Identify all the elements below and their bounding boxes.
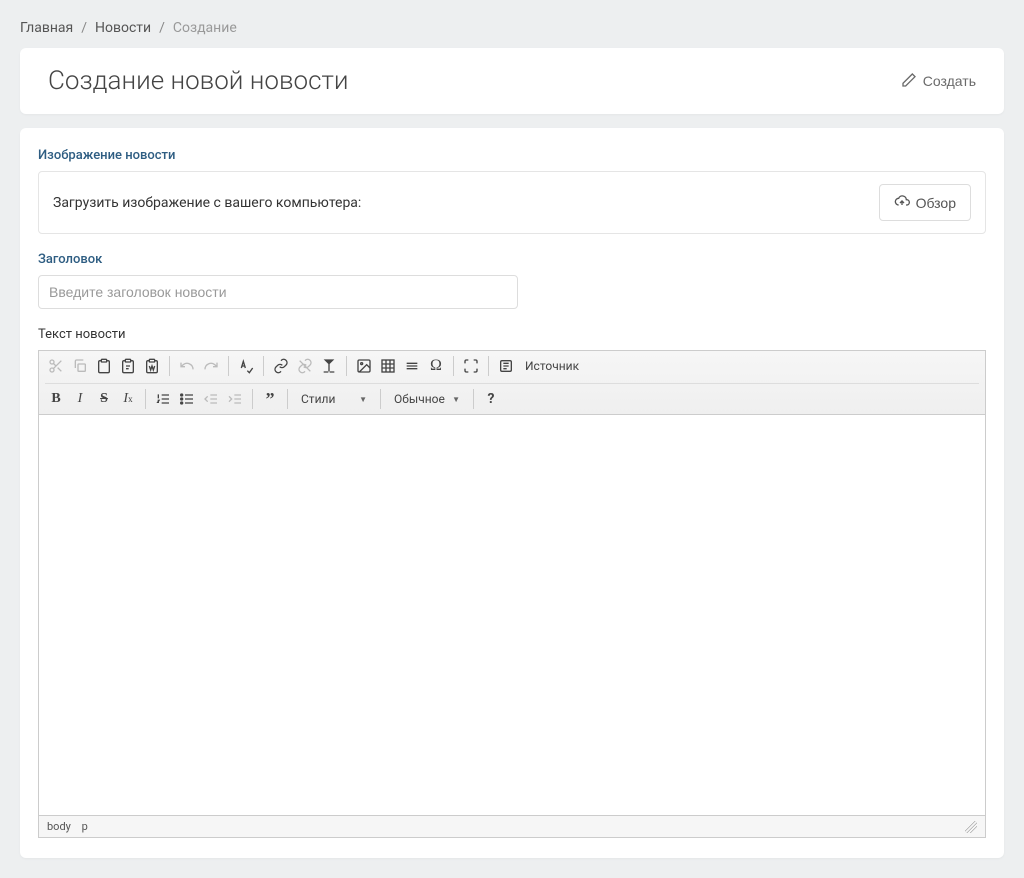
cloud-upload-icon [894,193,910,212]
styles-dropdown-label: Стили [301,392,335,406]
breadcrumb-home[interactable]: Главная [20,20,73,36]
unlink-icon[interactable] [294,355,316,377]
toolbar-separator [228,356,229,376]
cut-icon[interactable] [45,355,67,377]
browse-button[interactable]: Обзор [879,184,971,221]
paste-text-icon[interactable] [117,355,139,377]
breadcrumb: Главная / Новости / Создание [20,20,1004,36]
editor-content-area[interactable] [39,415,985,815]
upload-box: Загрузить изображение с вашего компьютер… [38,171,986,234]
upload-text: Загрузить изображение с вашего компьютер… [53,195,361,211]
bold-icon[interactable]: B [45,388,67,410]
toolbar-separator [145,389,146,409]
paste-word-icon[interactable] [141,355,163,377]
title-label: Заголовок [38,252,986,267]
copy-icon[interactable] [69,355,91,377]
title-input[interactable] [38,275,518,309]
outdent-icon[interactable] [200,388,222,410]
image-label: Изображение новости [38,148,986,163]
italic-icon[interactable]: I [69,388,91,410]
hr-icon[interactable] [401,355,423,377]
bullet-list-icon[interactable] [176,388,198,410]
toolbar-separator [453,356,454,376]
paste-icon[interactable] [93,355,115,377]
image-icon[interactable] [353,355,375,377]
toolbar-separator [263,356,264,376]
header-card: Создание новой новости Создать [20,48,1004,114]
toolbar-separator [380,389,381,409]
browse-button-label: Обзор [916,195,956,211]
breadcrumb-current: Создание [173,20,237,36]
toolbar-separator [473,389,474,409]
redo-icon[interactable] [200,355,222,377]
create-button-label: Создать [923,73,976,89]
remove-format-icon[interactable]: Ix [117,388,139,410]
table-icon[interactable] [377,355,399,377]
blockquote-icon[interactable]: ” [259,388,281,410]
pencil-icon [901,72,917,91]
spellcheck-icon[interactable] [235,355,257,377]
source-button[interactable]: Источник [519,355,585,377]
editor-element-path: body p [47,820,96,833]
toolbar-separator [346,356,347,376]
toolbar-separator [287,389,288,409]
strikethrough-icon[interactable]: S [93,388,115,410]
breadcrumb-separator: / [159,20,165,36]
editor-footer: body p [39,815,985,837]
page-title: Создание новой новости [48,66,348,96]
resize-grip-icon[interactable] [965,821,977,833]
toolbar-separator [488,356,489,376]
editor-toolbar: Ω Источник B I S Ix ” Стили [39,351,985,415]
format-dropdown-label: Обычное [394,392,445,406]
create-button[interactable]: Создать [901,72,976,91]
special-char-icon[interactable]: Ω [425,355,447,377]
help-icon[interactable]: ? [480,388,502,410]
toolbar-row-2: B I S Ix ” Стили ▼ Обычное ▼ [45,383,979,410]
breadcrumb-news[interactable]: Новости [95,20,151,36]
path-p[interactable]: p [82,820,88,833]
chevron-down-icon: ▼ [452,395,460,404]
link-icon[interactable] [270,355,292,377]
path-body[interactable]: body [47,820,71,833]
format-dropdown[interactable]: Обычное ▼ [387,389,467,409]
main-form-card: Изображение новости Загрузить изображени… [20,128,1004,858]
toolbar-separator [169,356,170,376]
toolbar-separator [252,389,253,409]
rich-text-editor: Ω Источник B I S Ix ” Стили [38,350,986,838]
maximize-icon[interactable] [460,355,482,377]
anchor-icon[interactable] [318,355,340,377]
chevron-down-icon: ▼ [359,395,367,404]
text-label: Текст новости [38,327,986,342]
styles-dropdown[interactable]: Стили ▼ [294,389,374,409]
indent-icon[interactable] [224,388,246,410]
source-icon[interactable] [495,355,517,377]
breadcrumb-separator: / [81,20,87,36]
undo-icon[interactable] [176,355,198,377]
numbered-list-icon[interactable] [152,388,174,410]
